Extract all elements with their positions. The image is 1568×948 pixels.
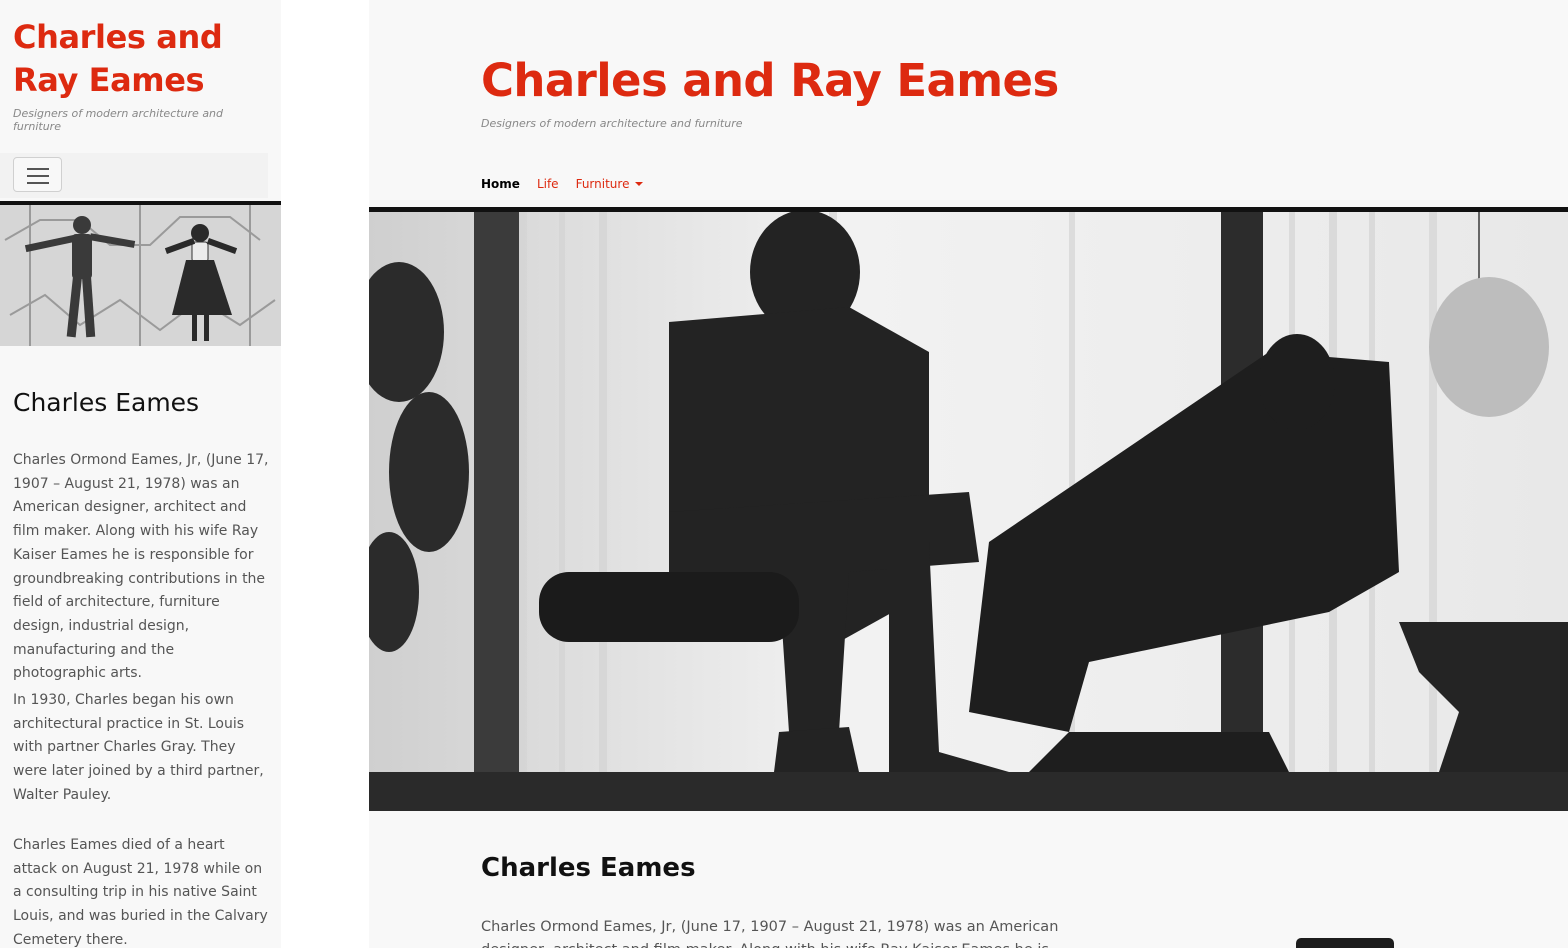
hero-photo	[369, 212, 1568, 811]
mobile-preview: Charles and Ray Eames Designers of moder…	[0, 0, 281, 948]
nav-item-furniture[interactable]: Furniture	[576, 174, 644, 194]
article-paragraph: Charles Eames died of a heart attack on …	[13, 837, 268, 948]
site-title[interactable]: Charles and Ray Eames	[481, 52, 1059, 110]
desktop-preview: Charles and Ray Eames Designers of moder…	[369, 0, 1568, 948]
hamburger-menu-icon[interactable]	[13, 157, 62, 192]
article-paragraph: Charles Ormond Eames, Jr, (June 17, 1907…	[481, 919, 1059, 948]
article-heading: Charles Eames	[481, 853, 696, 883]
site-tagline: Designers of modern architecture and fur…	[481, 117, 743, 130]
main-nav: Home Life Furniture	[481, 174, 644, 194]
nav-item-life[interactable]: Life	[537, 174, 559, 194]
header-photo	[0, 205, 281, 346]
nav-item-label: Home	[481, 177, 520, 191]
article-paragraph: Charles Ormond Eames, Jr, (June 17, 1907…	[13, 452, 269, 682]
sidebar-image	[1296, 938, 1394, 948]
site-tagline: Designers of modern architecture and fur…	[13, 107, 224, 133]
article-heading: Charles Eames	[13, 388, 200, 417]
caret-down-icon	[635, 182, 644, 186]
article-paragraph: In 1930, Charles began his own architect…	[13, 692, 264, 803]
nav-item-home[interactable]: Home	[481, 174, 520, 194]
site-title[interactable]: Charles and Ray Eames	[13, 16, 273, 102]
nav-item-label: Life	[536, 177, 559, 191]
nav-item-label: Furniture	[575, 177, 630, 191]
